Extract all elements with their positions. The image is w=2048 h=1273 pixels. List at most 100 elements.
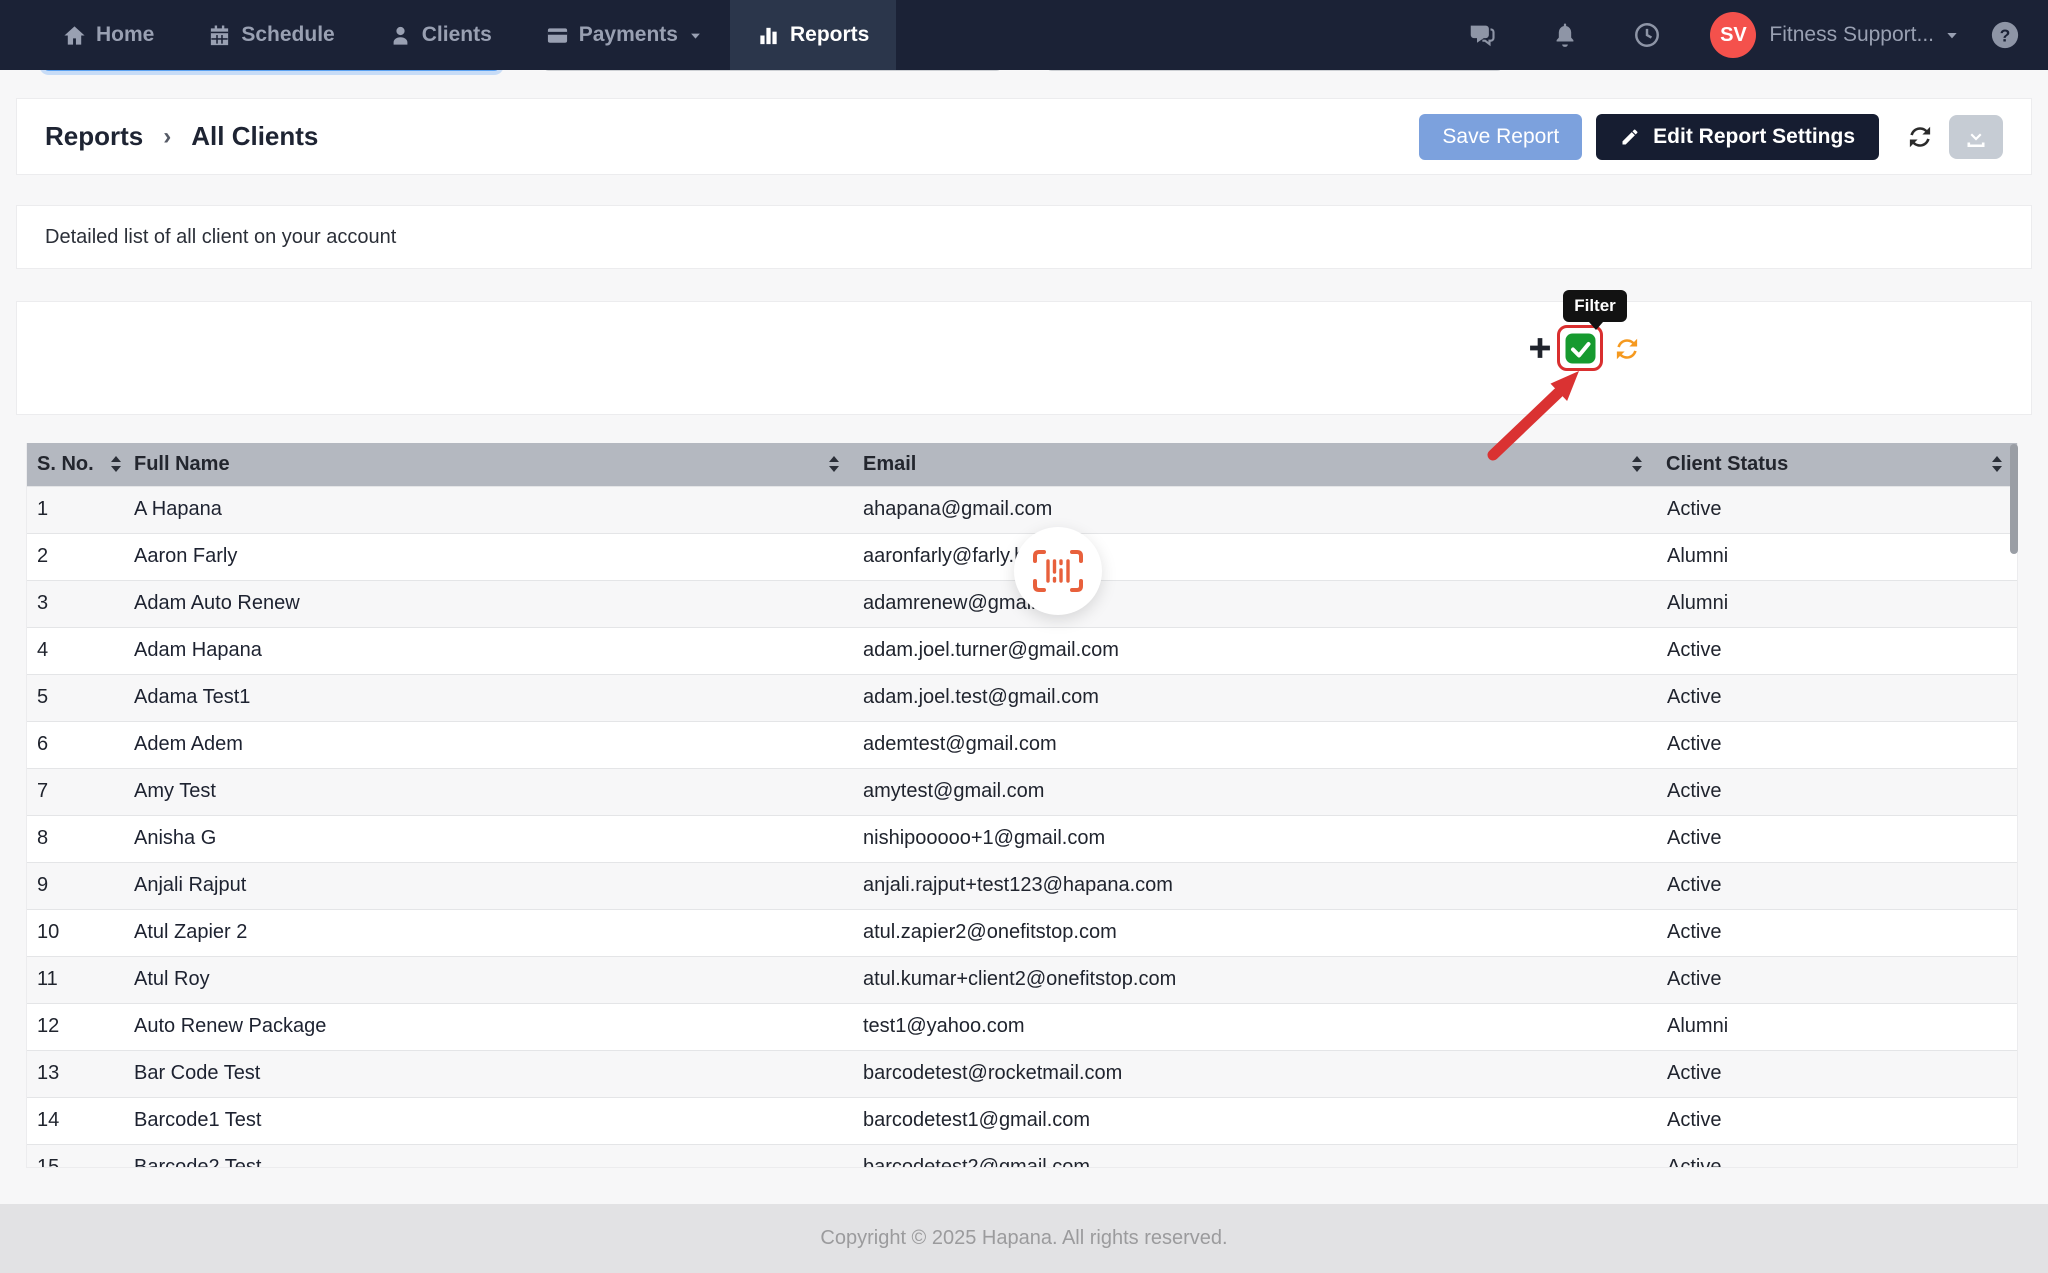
chevron-down-icon[interactable] bbox=[1944, 27, 1960, 43]
header-client-status[interactable]: Client Status bbox=[1659, 443, 2018, 486]
cell-client-status: Active bbox=[1659, 768, 2018, 815]
add-filter-button[interactable] bbox=[1526, 334, 1554, 362]
nav-item-payments[interactable]: Payments bbox=[519, 0, 730, 70]
save-report-button[interactable]: Save Report bbox=[1419, 114, 1582, 160]
cell-client-status: Active bbox=[1659, 674, 2018, 721]
nav-item-home[interactable]: Home bbox=[36, 0, 181, 70]
cell-full-name: A Hapana bbox=[127, 486, 856, 533]
breadcrumb-card: Reports › All Clients Save Report Edit R… bbox=[16, 98, 2032, 175]
cell-sno: 7 bbox=[27, 768, 127, 815]
account-name[interactable]: Fitness Support... bbox=[1769, 23, 1934, 47]
barcode-scanner-button[interactable] bbox=[1014, 527, 1102, 615]
cell-sno: 4 bbox=[27, 627, 127, 674]
cell-email: ahapana@gmail.com bbox=[856, 486, 1659, 533]
cell-sno: 11 bbox=[27, 956, 127, 1003]
cell-client-status: Active bbox=[1659, 909, 2018, 956]
cell-client-status: Active bbox=[1659, 1097, 2018, 1144]
cell-client-status: Active bbox=[1659, 627, 2018, 674]
header-client-status-label: Client Status bbox=[1666, 453, 1788, 476]
breadcrumb-section[interactable]: Reports bbox=[45, 121, 143, 152]
cell-client-status: Alumni bbox=[1659, 580, 2018, 627]
cell-client-status: Active bbox=[1659, 956, 2018, 1003]
cell-email: test1@yahoo.com bbox=[856, 1003, 1659, 1050]
cell-email: anjali.rajput+test123@hapana.com bbox=[856, 862, 1659, 909]
table-row: 9 Anjali Rajput anjali.rajput+test123@ha… bbox=[27, 862, 2018, 909]
chevron-down-icon bbox=[688, 28, 703, 43]
cell-full-name: Adem Adem bbox=[127, 721, 856, 768]
sort-icon bbox=[1991, 455, 2003, 473]
bell-icon[interactable] bbox=[1524, 21, 1606, 49]
cell-full-name: Aaron Farly bbox=[127, 533, 856, 580]
nav-item-label: Reports bbox=[790, 23, 869, 47]
bar-chart-icon bbox=[757, 24, 780, 47]
header-sno[interactable]: S. No. bbox=[27, 443, 127, 486]
sort-icon bbox=[110, 455, 122, 473]
cell-full-name: Atul Roy bbox=[127, 956, 856, 1003]
sort-icon bbox=[1631, 455, 1643, 473]
nav-item-clients[interactable]: Clients bbox=[362, 0, 519, 70]
table-row: 1 A Hapana ahapana@gmail.com Active bbox=[27, 486, 2018, 533]
cell-full-name: Adam Hapana bbox=[127, 627, 856, 674]
cell-sno: 9 bbox=[27, 862, 127, 909]
header-email-label: Email bbox=[863, 453, 916, 476]
copyright-text: Copyright © 2025 Hapana. All rights rese… bbox=[820, 1227, 1227, 1250]
cell-full-name: Amy Test bbox=[127, 768, 856, 815]
table-row: 14 Barcode1 Test barcodetest1@gmail.com … bbox=[27, 1097, 2018, 1144]
cell-email: barcodetest@rocketmail.com bbox=[856, 1050, 1659, 1097]
avatar[interactable]: SV bbox=[1710, 12, 1756, 58]
edit-report-settings-button[interactable]: Edit Report Settings bbox=[1596, 114, 1879, 160]
cell-email: atul.kumar+client2@onefitstop.com bbox=[856, 956, 1659, 1003]
cell-sno: 1 bbox=[27, 486, 127, 533]
check-square-icon bbox=[1564, 332, 1597, 365]
filter-card bbox=[16, 301, 2032, 415]
table-scrollbar[interactable] bbox=[2010, 444, 2018, 554]
edit-report-settings-label: Edit Report Settings bbox=[1653, 125, 1855, 149]
table-row: 10 Atul Zapier 2 atul.zapier2@onefitstop… bbox=[27, 909, 2018, 956]
help-icon[interactable]: ? bbox=[1990, 20, 2020, 50]
report-description-card: Detailed list of all client on your acco… bbox=[16, 205, 2032, 269]
chat-icon[interactable] bbox=[1440, 20, 1524, 50]
svg-text:?: ? bbox=[2000, 25, 2011, 45]
cell-sno: 13 bbox=[27, 1050, 127, 1097]
clock-icon[interactable] bbox=[1606, 21, 1688, 49]
nav-item-label: Schedule bbox=[241, 23, 334, 47]
apply-filter-button[interactable] bbox=[1564, 332, 1597, 365]
cell-client-status: Active bbox=[1659, 815, 2018, 862]
download-report-button[interactable] bbox=[1949, 115, 2003, 159]
reset-filter-button[interactable] bbox=[1612, 334, 1642, 364]
cell-email: adam.joel.turner@gmail.com bbox=[856, 627, 1659, 674]
cell-full-name: Anisha G bbox=[127, 815, 856, 862]
nav-item-schedule[interactable]: Schedule bbox=[181, 0, 361, 70]
header-sno-label: S. No. bbox=[37, 453, 94, 476]
barcode-icon bbox=[1031, 548, 1085, 594]
nav-item-reports[interactable]: Reports bbox=[730, 0, 896, 70]
table-row: 12 Auto Renew Package test1@yahoo.com Al… bbox=[27, 1003, 2018, 1050]
table-header-row: S. No. Full Name Email Client Status bbox=[27, 443, 2018, 486]
cell-email: adam.joel.test@gmail.com bbox=[856, 674, 1659, 721]
nav-item-label: Clients bbox=[422, 23, 492, 47]
cell-full-name: Barcode1 Test bbox=[127, 1097, 856, 1144]
table-row: 7 Amy Test amytest@gmail.com Active bbox=[27, 768, 2018, 815]
cell-client-status: Active bbox=[1659, 721, 2018, 768]
filter-tooltip-label: Filter bbox=[1574, 296, 1616, 316]
top-navbar: Home Schedule Clients Payments Reports S… bbox=[0, 0, 2048, 70]
cell-client-status: Alumni bbox=[1659, 1003, 2018, 1050]
table-row: 15 Barcode2 Test barcodetest2@gmail.com … bbox=[27, 1144, 2018, 1168]
cell-client-status: Alumni bbox=[1659, 533, 2018, 580]
cell-client-status: Active bbox=[1659, 486, 2018, 533]
cell-sno: 3 bbox=[27, 580, 127, 627]
table-row: 13 Bar Code Test barcodetest@rocketmail.… bbox=[27, 1050, 2018, 1097]
cell-sno: 15 bbox=[27, 1144, 127, 1168]
home-icon bbox=[63, 24, 86, 47]
refresh-report-icon[interactable] bbox=[1905, 122, 1935, 152]
pencil-icon bbox=[1620, 127, 1640, 147]
header-full-name[interactable]: Full Name bbox=[127, 443, 856, 486]
filter-tooltip: Filter bbox=[1563, 290, 1627, 322]
cell-full-name: Atul Zapier 2 bbox=[127, 909, 856, 956]
header-email[interactable]: Email bbox=[856, 443, 1659, 486]
breadcrumb-page: All Clients bbox=[191, 121, 318, 152]
cell-email: barcodetest1@gmail.com bbox=[856, 1097, 1659, 1144]
cell-client-status: Active bbox=[1659, 862, 2018, 909]
cell-email: ademtest@gmail.com bbox=[856, 721, 1659, 768]
nav-items: Home Schedule Clients Payments Reports bbox=[36, 0, 896, 70]
